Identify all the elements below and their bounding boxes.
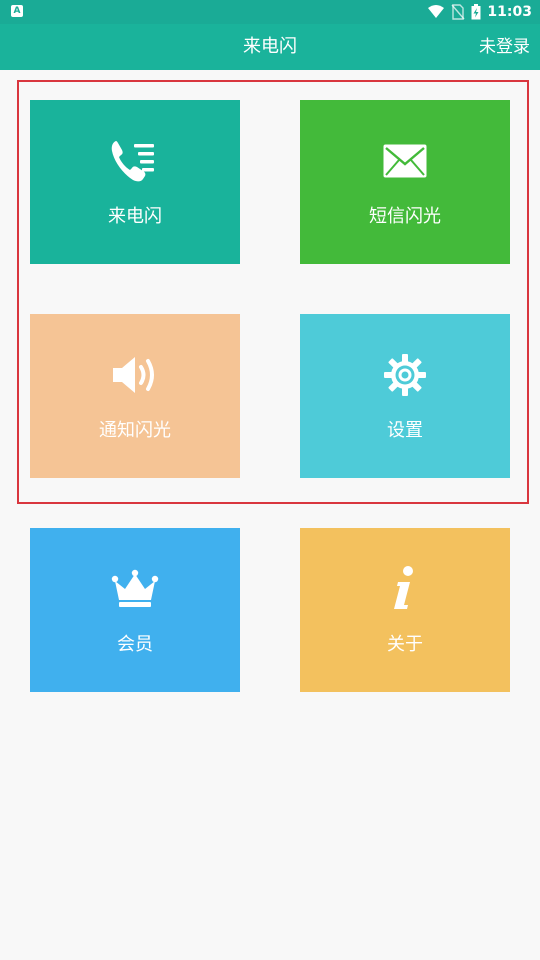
tile-label: 会员 xyxy=(117,634,153,655)
tile-notification-flash[interactable]: 通知闪光 xyxy=(30,314,240,478)
tile-label: 短信闪光 xyxy=(369,206,441,227)
status-time: 11:03 xyxy=(487,4,532,20)
gear-icon xyxy=(300,350,510,400)
envelope-icon xyxy=(300,136,510,186)
battery-charging-icon xyxy=(471,4,481,20)
page-title: 来电闪 xyxy=(243,36,297,57)
tile-label: 通知闪光 xyxy=(99,420,171,441)
phone-list-icon xyxy=(30,136,240,186)
info-icon xyxy=(300,564,510,614)
tile-sms-flash[interactable]: 短信闪光 xyxy=(300,100,510,264)
tile-call-flash[interactable]: 来电闪 xyxy=(30,100,240,264)
no-sim-icon xyxy=(451,4,465,20)
tile-label: 设置 xyxy=(387,420,423,441)
speaker-icon xyxy=(30,350,240,400)
crown-icon xyxy=(30,564,240,614)
status-icons: 11:03 xyxy=(427,0,532,24)
tile-membership[interactable]: 会员 xyxy=(30,528,240,692)
tile-settings[interactable]: 设置 xyxy=(300,314,510,478)
app-bar: 来电闪 未登录 xyxy=(0,24,540,70)
status-bar: A 11:03 xyxy=(0,0,540,24)
tile-about[interactable]: 关于 xyxy=(300,528,510,692)
wifi-icon xyxy=(428,5,445,18)
tile-label: 关于 xyxy=(387,634,423,655)
login-button[interactable]: 未登录 xyxy=(479,24,530,70)
notification-a-icon: A xyxy=(11,5,23,17)
tile-label: 来电闪 xyxy=(108,206,162,227)
